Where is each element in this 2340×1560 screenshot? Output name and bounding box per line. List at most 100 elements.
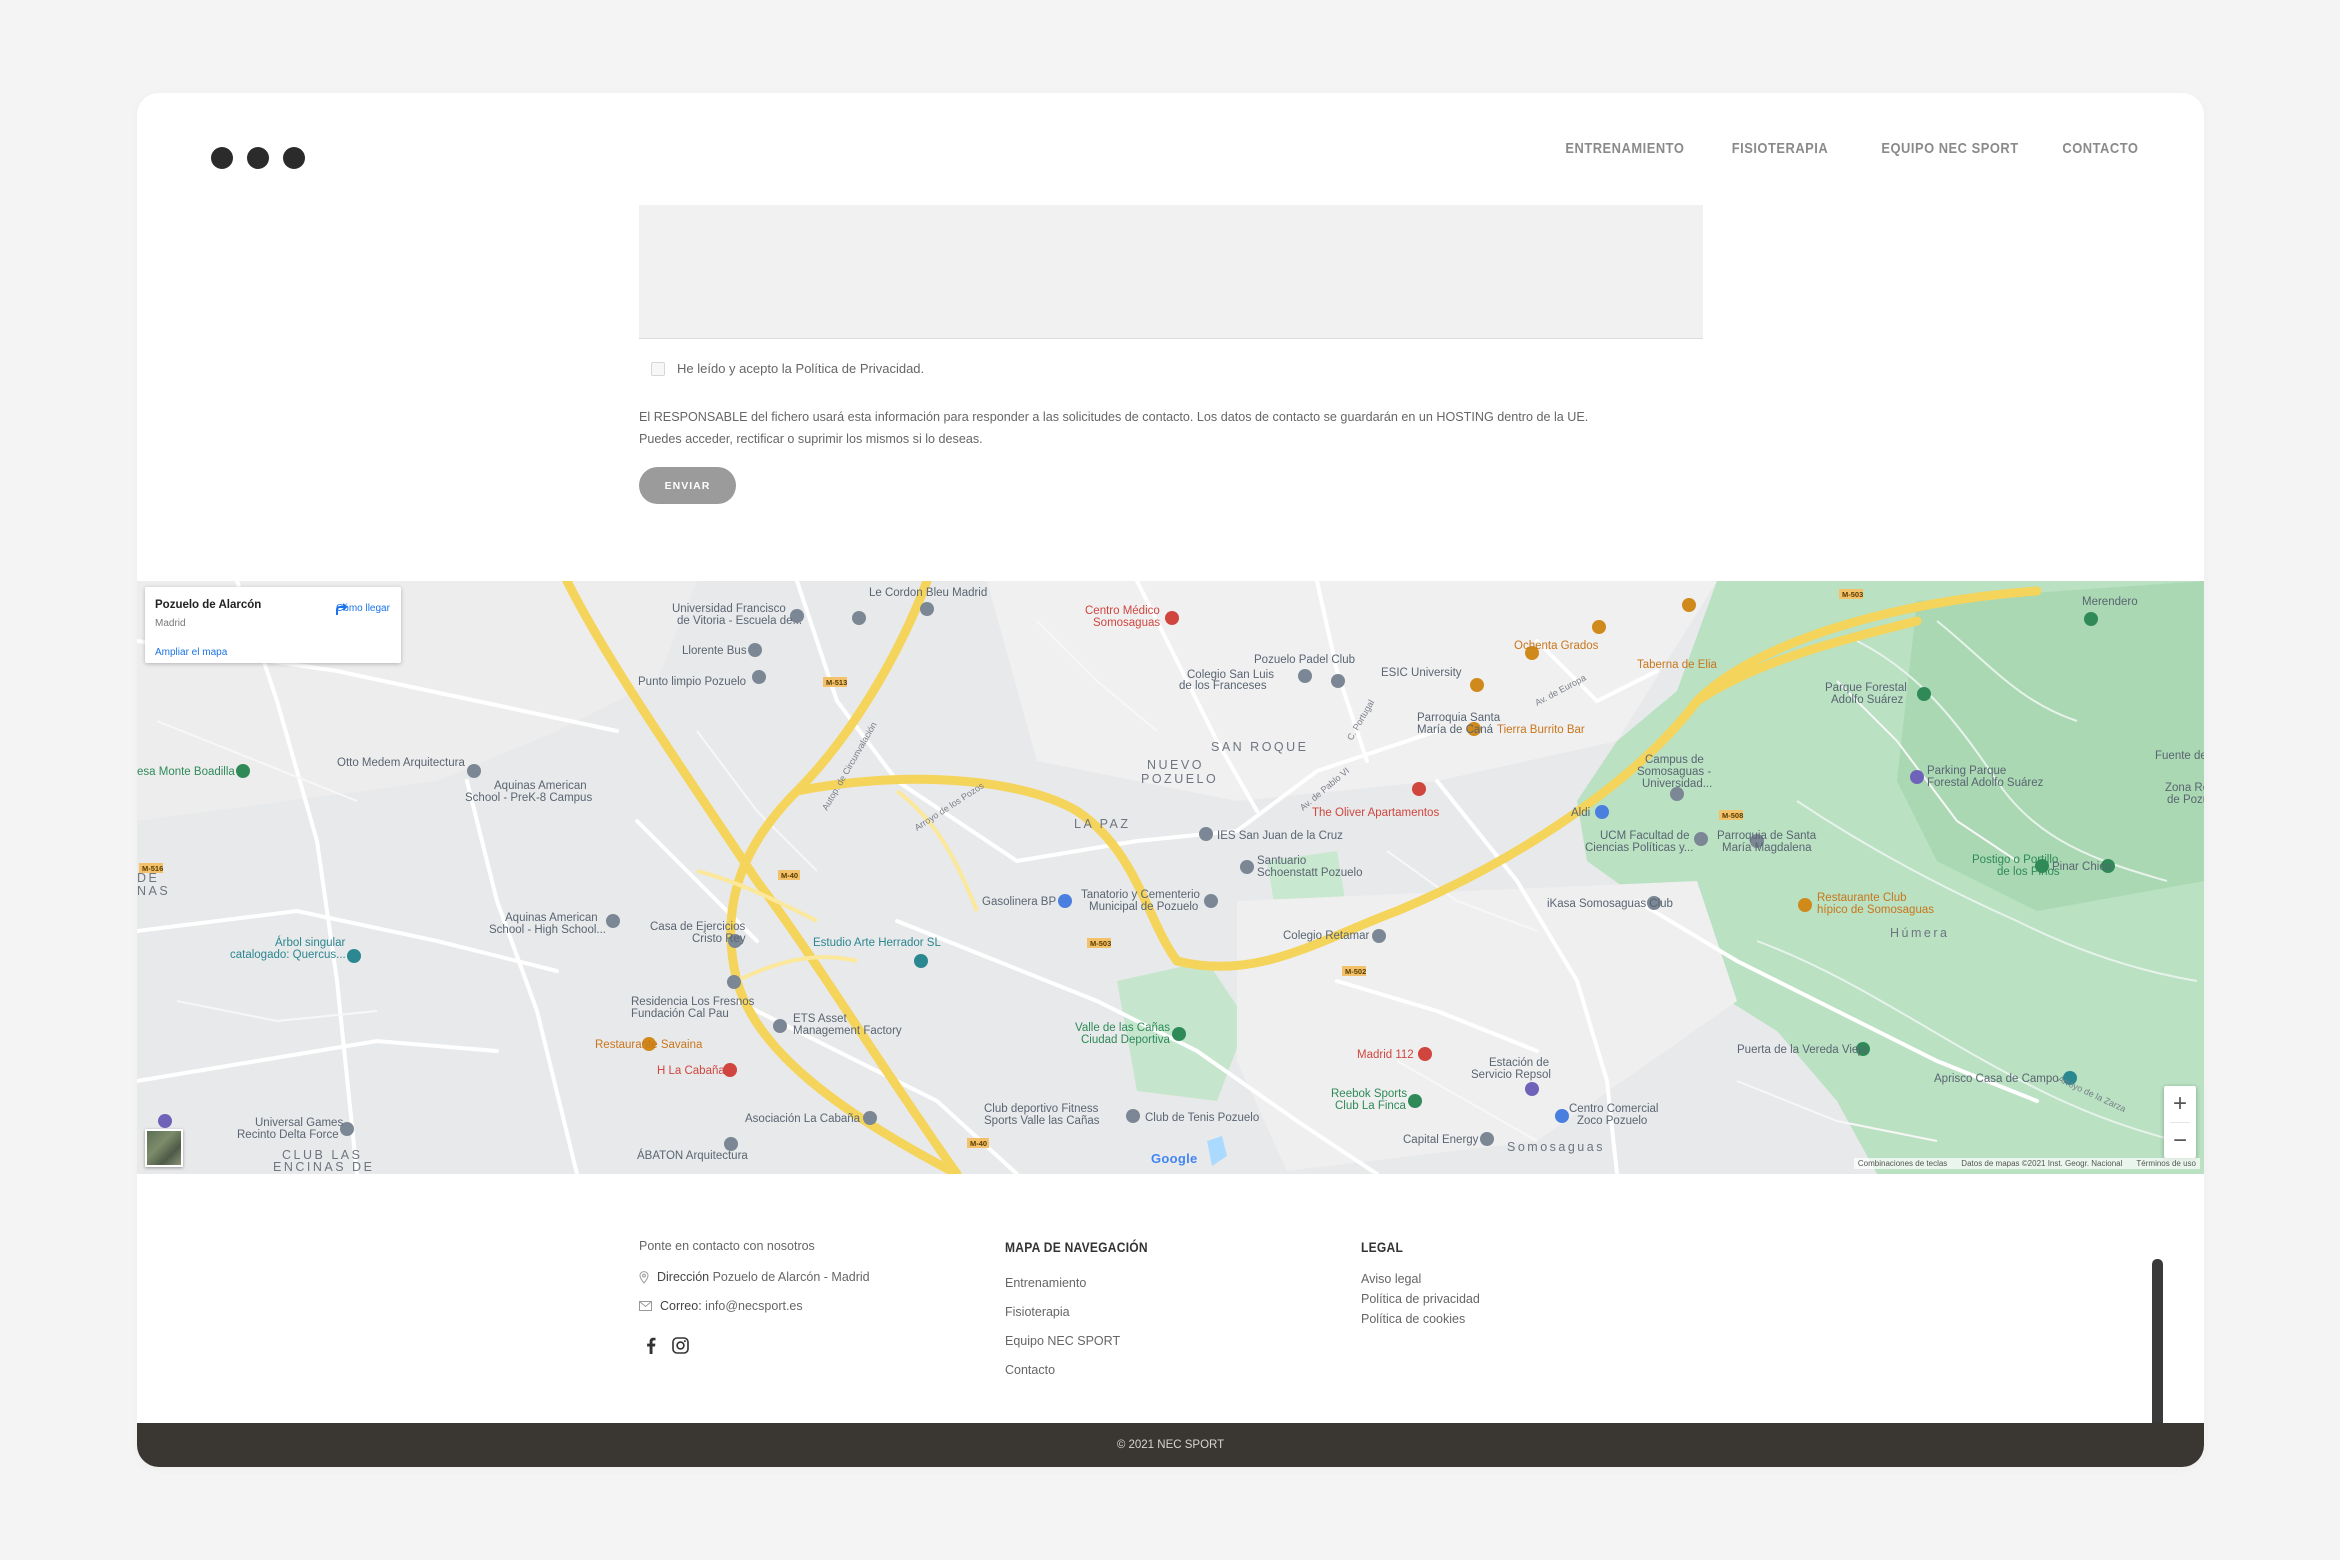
location-pin-icon [639,1270,649,1284]
poi-label: IES San Juan de la Cruz [1217,830,1343,842]
poi-label: ETS Asset [793,1013,847,1025]
map-attribution: Combinaciones de teclas Datos de mapas ©… [1853,1158,2200,1169]
poi-label: Puerta de la Vereda Vieja [1737,1044,1868,1056]
poi-label: Parking Parque [1927,765,2006,777]
poi-label: de los Franceses [1179,680,1267,692]
envelope-icon [639,1301,652,1311]
poi-label: Recinto Delta Force [237,1129,339,1141]
nav-item-equipo[interactable]: EQUIPO NEC SPORT [1881,140,2018,157]
terms-link[interactable]: Términos de uso [2136,1159,2196,1168]
neighborhood-label: LA PAZ [1074,817,1130,831]
poi-label: Municipal de Pozuelo [1089,901,1198,913]
neighborhood-label: POZUELO [1141,772,1218,786]
nav-item-entrenamiento[interactable]: ENTRENAMIENTO [1566,140,1685,157]
privacy-checkbox[interactable] [651,361,665,376]
privacy-consent-label: He leído y acepto la Política de Privaci… [677,361,925,376]
privacy-notice: El RESPONSABLE del fichero usará esta in… [639,406,1719,450]
message-textarea[interactable] [639,205,1703,339]
poi-label: Campus de [1645,754,1704,766]
footer-contact: Ponte en contacto con nosotros Dirección… [639,1239,870,1354]
copyright-text: © 2021 NEC SPORT [1116,1439,1225,1451]
poi-label: hípico de Somosaguas [1817,904,1934,916]
footer-link-privacidad[interactable]: Política de privacidad [1361,1292,1480,1306]
footer-link-cookies[interactable]: Política de cookies [1361,1312,1480,1326]
road-shield: M-40 [970,1139,987,1148]
road-shield: M-503 [1842,590,1863,599]
privacy-notice-line: Puedes acceder, rectificar o suprimir lo… [639,432,983,446]
poi-label: Sports Valle las Cañas [984,1115,1100,1127]
directions-icon [336,603,348,615]
poi-label: Schoenstatt Pozuelo [1257,867,1363,879]
directions-button[interactable]: Cómo llegar [333,601,393,615]
poi-label: Aquinas American [494,780,587,792]
poi-label: Centro Médico [1085,605,1160,617]
nav-item-contacto[interactable]: CONTACTO [2062,140,2138,157]
poi-label: iKasa Somosaguas Club [1547,898,1673,910]
main-nav: ENTRENAMIENTO FISIOTERAPIA EQUIPO NEC SP… [1546,140,2138,157]
footer-link-entrenamiento[interactable]: Entrenamiento [1005,1276,1171,1290]
contact-email: Correo: info@necsport.es [639,1299,870,1313]
privacy-consent: He leído y acepto la Política de Privaci… [651,361,924,376]
poi-label: Centro Comercial [1569,1103,1658,1115]
poi-label: Colegio Retamar [1283,930,1369,942]
road-shield: M-502 [1345,967,1366,976]
facebook-icon[interactable] [646,1337,656,1354]
zoom-out-button[interactable]: − [2164,1123,2196,1159]
send-button[interactable]: ENVIAR [639,467,736,504]
embedded-map[interactable]: M-503 M-513 M-40 M-502 M-508 M-516 M-503… [137,581,2204,1174]
street-label: Arroyo de los Pozos [913,780,986,833]
poi-label: catalogado: Quercus... [230,949,346,961]
road-shield: M-508 [1722,811,1743,820]
neighborhood-label: Húmera [1890,926,1949,940]
poi-label: Cristo Rey [692,933,746,945]
poi-label: Otto Medem Arquitectura [337,757,465,769]
nav-item-fisioterapia[interactable]: FISIOTERAPIA [1731,140,1828,157]
poi-label: Universidad Francisco [672,603,786,615]
poi-label: María de Caná [1417,724,1494,736]
instagram-icon[interactable] [672,1337,689,1354]
poi-label: Le Cordon Bleu Madrid [869,587,987,599]
map-data-credit: Datos de mapas ©2021 Inst. Geogr. Nacion… [1961,1159,2123,1168]
google-logo: Google [1151,1151,1198,1166]
email-value[interactable]: info@necsport.es [705,1299,802,1313]
poi-label: Postigo o Portillo [1972,854,2058,866]
footer-link-fisioterapia[interactable]: Fisioterapia [1005,1305,1171,1319]
poi-label: Tanatorio y Cementerio [1081,889,1200,901]
keyboard-shortcuts-link[interactable]: Combinaciones de teclas [1858,1159,1947,1168]
enlarge-map-link[interactable]: Ampliar el mapa [155,647,227,658]
neighborhood-label: NUEVO [1147,758,1204,772]
poi-label: Aprisco Casa de Campo [1934,1073,2059,1085]
satellite-toggle[interactable] [145,1129,183,1167]
poi-label: Restaurante Savaina [595,1039,703,1051]
browser-frame: ENTRENAMIENTO FISIOTERAPIA EQUIPO NEC SP… [137,93,2204,1467]
neighborhood-label: NAS [137,884,170,898]
zoom-in-button[interactable]: + [2164,1086,2196,1122]
poi-label: Restaurante Club [1817,892,1907,904]
poi-label: The Oliver Apartamentos [1312,807,1439,819]
window-dots [211,147,305,169]
map-canvas[interactable]: M-503 M-513 M-40 M-502 M-508 M-516 M-503… [137,581,2204,1174]
neighborhood-label: ENCINAS DE [273,1160,374,1174]
poi-label: Santuario [1257,855,1306,867]
poi-label: de Vitoria - Escuela de... [677,615,802,627]
road-shield: M-40 [781,871,798,880]
neighborhood-label: DE [137,871,159,885]
footer-legal: LEGAL Aviso legal Política de privacidad… [1361,1239,1480,1332]
footer-link-contacto[interactable]: Contacto [1005,1363,1171,1377]
road-shield: M-503 [1090,939,1111,948]
poi-label: Universal Games [255,1117,343,1129]
poi-label: Estudio Arte Herrador SL [813,937,941,949]
poi-label: Adolfo Suárez [1831,694,1903,706]
map-place-subtitle: Madrid [155,618,186,629]
copyright-bar: © 2021 NEC SPORT [137,1423,2204,1467]
contact-address: Dirección Pozuelo de Alarcón - Madrid [639,1270,870,1284]
poi-label: Forestal Adolfo Suárez [1927,777,2044,789]
poi-label: School - PreK-8 Campus [465,792,592,804]
social-links [646,1337,870,1354]
poi-label: Merendero [2082,596,2138,608]
poi-label: Aldi [1571,807,1590,819]
footer-link-equipo[interactable]: Equipo NEC SPORT [1005,1334,1171,1348]
neighborhood-label: SAN ROQUE [1211,740,1309,754]
poi-label: Llorente Bus [682,645,747,657]
footer-link-aviso-legal[interactable]: Aviso legal [1361,1272,1480,1286]
